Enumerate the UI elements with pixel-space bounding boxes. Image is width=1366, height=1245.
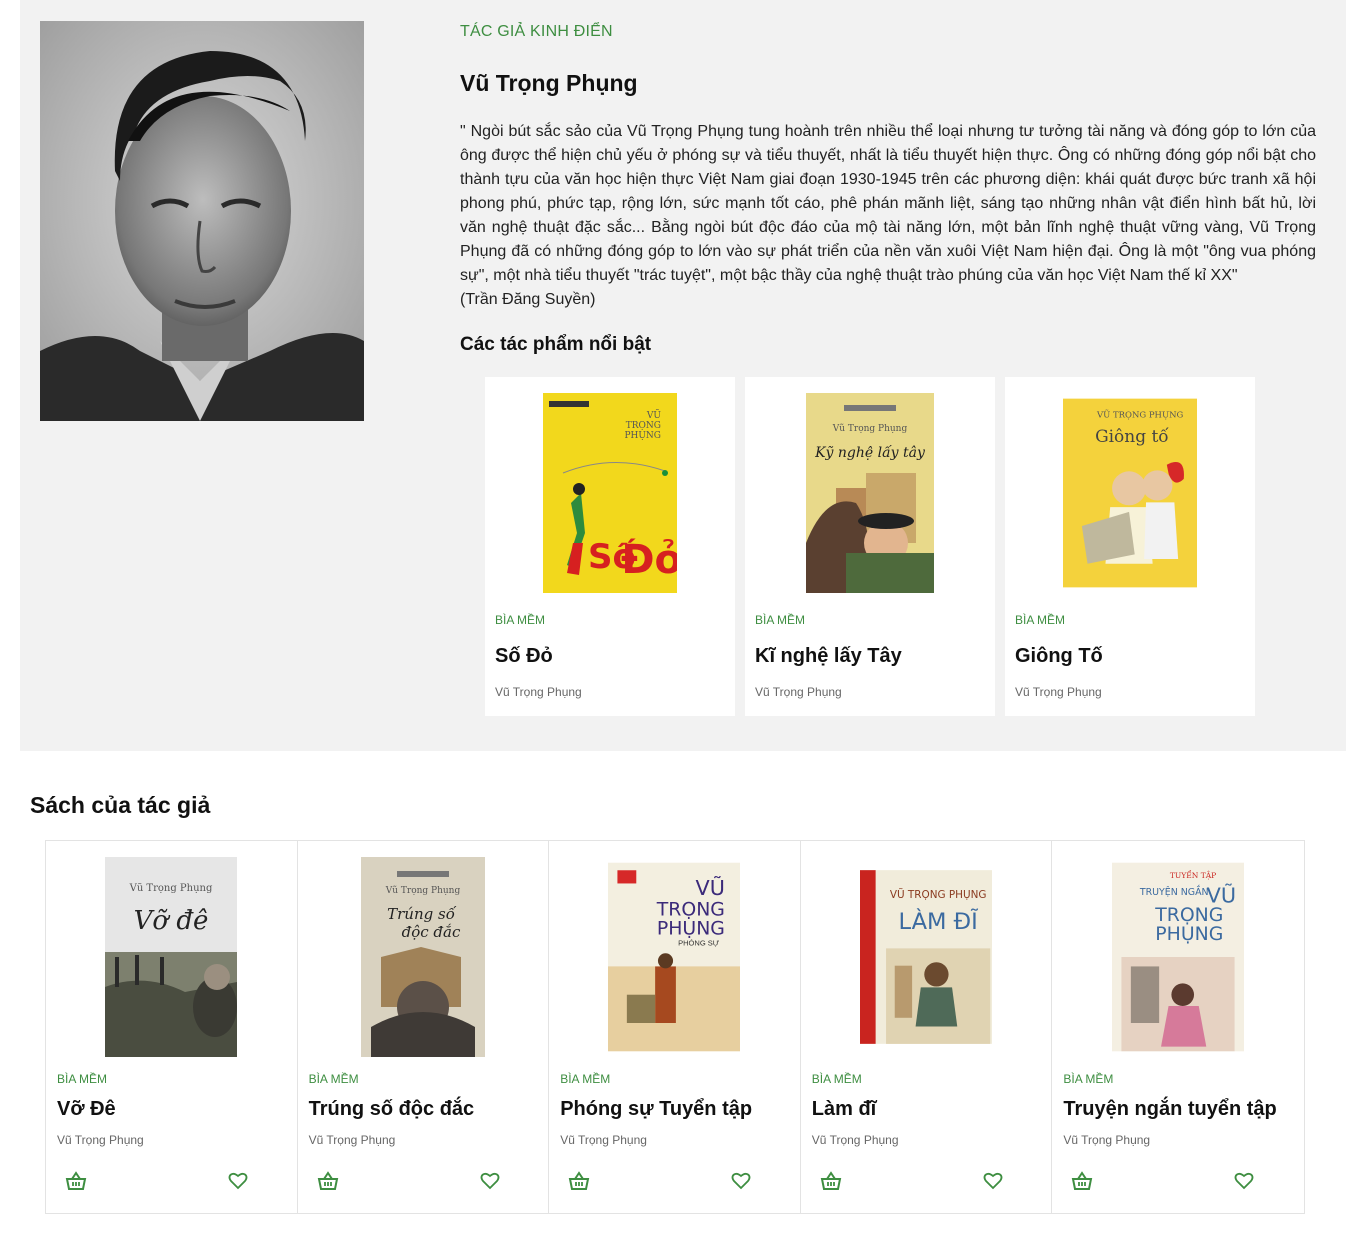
book-author[interactable]: Vũ Trọng Phụng	[560, 1133, 647, 1147]
book-format: BÌA MỀM	[1063, 1072, 1114, 1086]
book-card[interactable]: Vũ Trọng Phụng Trúng số độc đắc BÌA MỀM …	[297, 841, 550, 1213]
book-author[interactable]: Vũ Trọng Phụng	[755, 685, 842, 699]
book-title[interactable]: Số Đỏ	[495, 645, 553, 668]
featured-book-card[interactable]: Vũ Trọng Phụng Kỹ nghệ lấy tây BÌA MỀM K…	[745, 377, 995, 716]
svg-text:PHÓNG SỰ: PHÓNG SỰ	[679, 939, 721, 948]
svg-text:VŨ TRỌNG PHỤNG: VŨ TRỌNG PHỤNG	[1096, 409, 1184, 421]
author-books-grid: Vũ Trọng Phụng Vỡ đê BÌA MỀM Vỡ Đê Vũ Tr…	[45, 840, 1305, 1214]
cart-icon[interactable]	[568, 1171, 590, 1191]
book-author[interactable]: Vũ Trọng Phụng	[495, 685, 582, 699]
author-kicker: TÁC GIẢ KINH ĐIỂN	[460, 23, 613, 40]
book-title[interactable]: Truyện ngắn tuyển tập	[1063, 1098, 1276, 1121]
book-cover[interactable]: VŨ TRỌNG PHỤNG Số Đỏ	[543, 393, 677, 593]
svg-text:độc đắc: độc đắc	[402, 923, 461, 941]
book-author[interactable]: Vũ Trọng Phụng	[309, 1133, 396, 1147]
svg-text:Vũ Trọng Phụng: Vũ Trọng Phụng	[385, 885, 461, 896]
bio-text: " Ngòi bút sắc sảo của Vũ Trọng Phụng tu…	[460, 123, 1316, 284]
book-author[interactable]: Vũ Trọng Phụng	[812, 1133, 899, 1147]
author-bio: " Ngòi bút sắc sảo của Vũ Trọng Phụng tu…	[460, 120, 1316, 312]
svg-text:TRỌNG: TRỌNG	[656, 900, 725, 921]
book-format: BÌA MỀM	[560, 1072, 611, 1086]
featured-list: VŨ TRỌNG PHỤNG Số Đỏ BÌA MỀM Số Đỏ Vũ Tr…	[485, 377, 1255, 716]
svg-text:VŨ: VŨ	[646, 409, 661, 421]
svg-text:Vỡ đê: Vỡ đê	[134, 906, 209, 936]
svg-text:Trúng số: Trúng số	[387, 905, 457, 923]
featured-book-card[interactable]: VŨ TRỌNG PHỤNG Số Đỏ BÌA MỀM Số Đỏ Vũ Tr…	[485, 377, 735, 716]
book-card[interactable]: VŨ TRỌNG PHỤNG LÀM ĐĨ BÌA MỀM Làm đĩ Vũ …	[800, 841, 1053, 1213]
cart-icon[interactable]	[317, 1171, 339, 1191]
book-title[interactable]: Phóng sự Tuyển tập	[560, 1098, 752, 1121]
svg-text:PHỤNG: PHỤNG	[1155, 924, 1223, 945]
svg-text:TRỌNG: TRỌNG	[626, 421, 661, 431]
book-title[interactable]: Làm đĩ	[812, 1098, 876, 1121]
book-author[interactable]: Vũ Trọng Phụng	[1063, 1133, 1150, 1147]
svg-text:VŨ TRỌNG PHỤNG: VŨ TRỌNG PHỤNG	[890, 888, 987, 901]
svg-text:Vũ Trọng Phụng: Vũ Trọng Phụng	[832, 423, 908, 434]
book-cover[interactable]: VŨ TRỌNG PHỤNG PHÓNG SỰ	[608, 857, 741, 1057]
book-format: BÌA MỀM	[1015, 613, 1066, 627]
svg-text:Giông tố: Giông tố	[1095, 427, 1169, 447]
svg-text:VŨ: VŨ	[696, 874, 725, 900]
book-cover[interactable]: TUYỂN TẬP TRUYỆN NGẮN VŨ TRỌNG PHỤNG	[1112, 857, 1245, 1057]
svg-text:Vũ Trọng Phụng: Vũ Trọng Phụng	[129, 883, 213, 894]
author-portrait	[40, 21, 364, 421]
book-format: BÌA MỀM	[57, 1072, 108, 1086]
svg-text:Kỹ nghệ lấy tây: Kỹ nghệ lấy tây	[814, 444, 926, 461]
heart-icon[interactable]	[983, 1171, 1003, 1191]
book-card[interactable]: VŨ TRỌNG PHỤNG PHÓNG SỰ BÌA MỀM Phóng sự…	[549, 841, 801, 1213]
svg-text:Đỏ: Đỏ	[621, 537, 677, 583]
heart-icon[interactable]	[480, 1171, 500, 1191]
book-format: BÌA MỀM	[811, 1072, 862, 1086]
svg-text:LÀM ĐĨ: LÀM ĐĨ	[899, 907, 979, 935]
featured-heading: Các tác phẩm nổi bật	[460, 334, 652, 355]
author-books-heading: Sách của tác giả	[30, 792, 211, 818]
book-cover[interactable]: Vũ Trọng Phụng Vỡ đê	[105, 857, 238, 1057]
heart-icon[interactable]	[228, 1171, 248, 1191]
book-format: BÌA MỀM	[308, 1072, 359, 1086]
author-section: TÁC GIẢ KINH ĐIỂN Vũ Trọng Phụng " Ngòi …	[20, 0, 1346, 751]
book-format: BÌA MỀM	[755, 613, 806, 627]
book-cover[interactable]: VŨ TRỌNG PHỤNG LÀM ĐĨ	[860, 857, 993, 1057]
bio-citation: (Trần Đăng Suyền)	[460, 291, 596, 308]
svg-text:TUYỂN TẬP: TUYỂN TẬP	[1170, 870, 1216, 880]
svg-text:VŨ: VŨ	[1207, 881, 1236, 907]
author-name: Vũ Trọng Phụng	[460, 70, 638, 96]
cart-icon[interactable]	[65, 1171, 87, 1191]
book-title[interactable]: Kĩ nghệ lấy Tây	[755, 645, 902, 668]
svg-text:PHỤNG: PHỤNG	[624, 431, 661, 441]
cart-icon[interactable]	[1071, 1171, 1093, 1191]
svg-text:TRỌNG: TRỌNG	[1154, 905, 1223, 926]
heart-icon[interactable]	[1234, 1171, 1254, 1191]
book-title[interactable]: Trúng số độc đắc	[309, 1098, 475, 1121]
svg-text:TRUYỆN NGẮN: TRUYỆN NGẮN	[1139, 885, 1209, 898]
book-cover[interactable]: Vũ Trọng Phụng Trúng số độc đắc	[357, 857, 489, 1057]
book-author[interactable]: Vũ Trọng Phụng	[57, 1133, 144, 1147]
book-cover[interactable]: Vũ Trọng Phụng Kỹ nghệ lấy tây	[803, 393, 937, 593]
book-cover[interactable]: VŨ TRỌNG PHỤNG Giông tố	[1063, 393, 1197, 593]
book-card[interactable]: TUYỂN TẬP TRUYỆN NGẮN VŨ TRỌNG PHỤNG BÌA…	[1052, 841, 1304, 1213]
svg-text:PHỤNG: PHỤNG	[657, 918, 725, 939]
book-card[interactable]: Vũ Trọng Phụng Vỡ đê BÌA MỀM Vỡ Đê Vũ Tr…	[46, 841, 298, 1213]
book-title[interactable]: Giông Tố	[1015, 645, 1103, 668]
book-format: BÌA MỀM	[495, 613, 546, 627]
book-title[interactable]: Vỡ Đê	[57, 1098, 116, 1121]
heart-icon[interactable]	[731, 1171, 751, 1191]
book-author[interactable]: Vũ Trọng Phụng	[1015, 685, 1102, 699]
featured-book-card[interactable]: VŨ TRỌNG PHỤNG Giông tố BÌA MỀM Giông Tố…	[1005, 377, 1255, 716]
cart-icon[interactable]	[820, 1171, 842, 1191]
